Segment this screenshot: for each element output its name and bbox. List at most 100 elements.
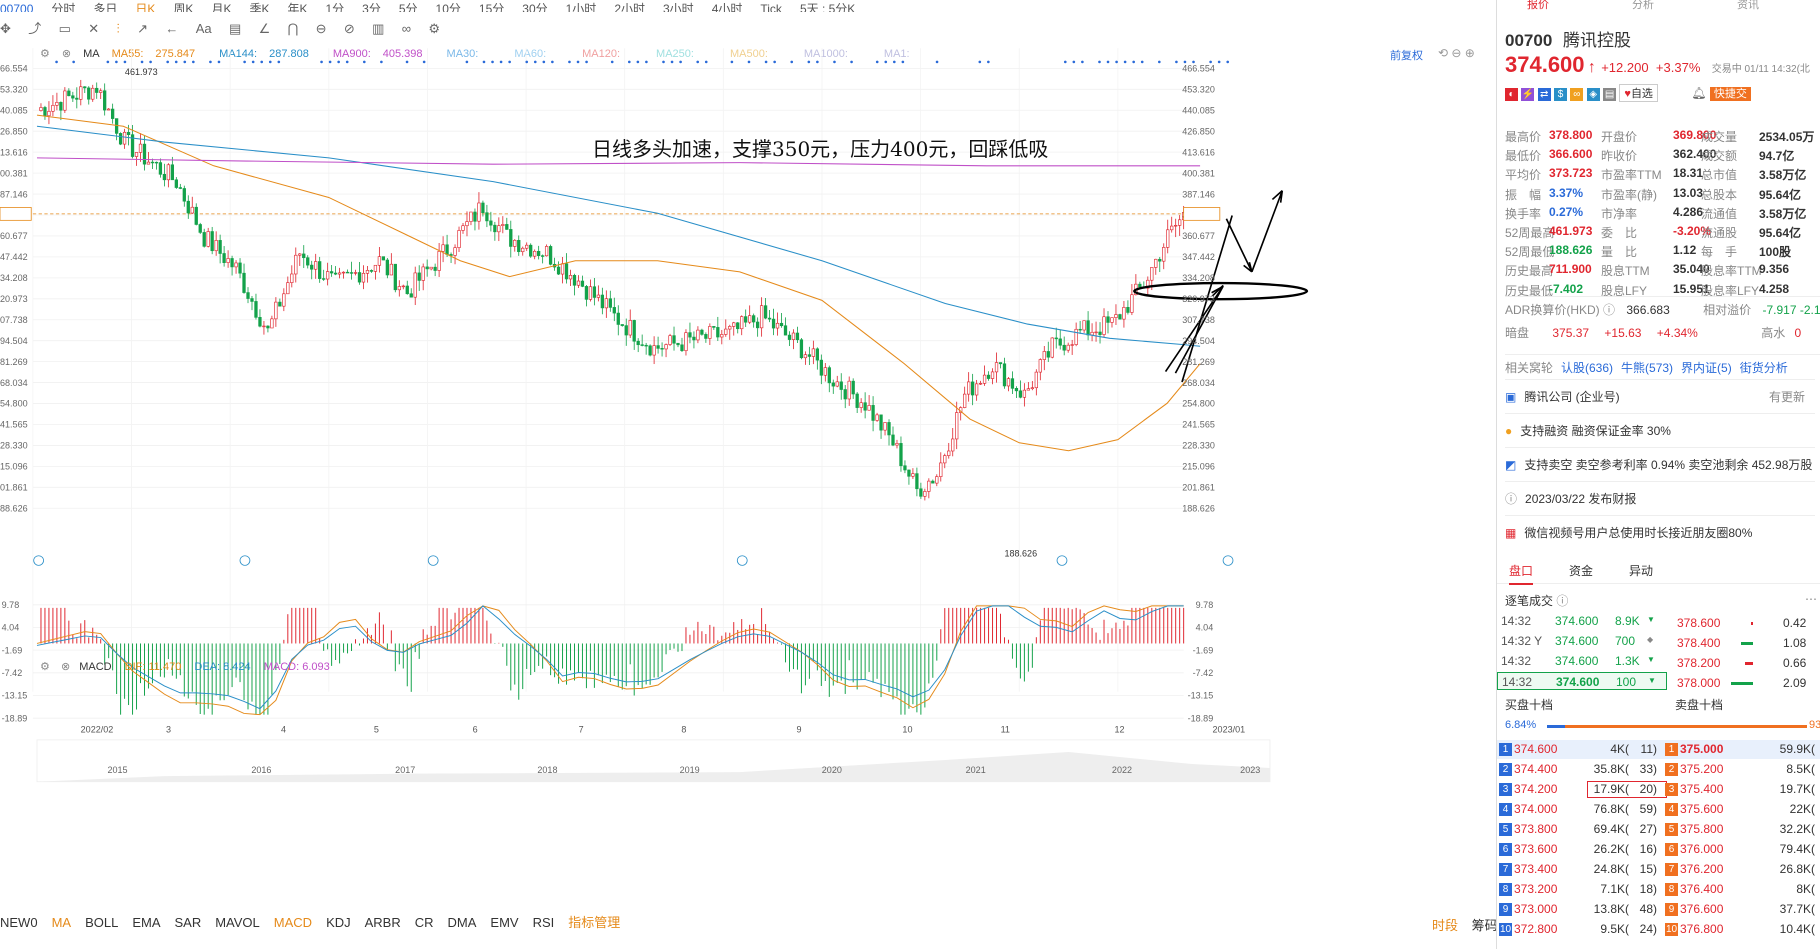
bid-price[interactable]: 373.000 (1514, 902, 1557, 916)
candle (298, 253, 302, 256)
indicator-ema[interactable]: EMA (132, 915, 160, 930)
bid-price[interactable]: 374.400 (1514, 762, 1557, 776)
event-marker[interactable] (427, 555, 439, 566)
ask-price[interactable]: 376.000 (1680, 842, 1723, 856)
info-icon[interactable]: ⓘ (1603, 303, 1615, 317)
dollar-icon[interactable]: $ (1554, 88, 1568, 101)
left-price-tick: 66.554 (0, 64, 28, 74)
candle (672, 335, 676, 344)
candle (1026, 388, 1031, 391)
indicator-new0[interactable]: NEW0 (0, 915, 38, 930)
quick-trade-button[interactable]: 快捷交 (1709, 87, 1751, 101)
tick-price: 374.600 (1555, 634, 1599, 648)
related-3[interactable]: 界内证(5) (1681, 361, 1732, 375)
macd-close-icon[interactable]: ⊗ (61, 661, 70, 673)
ask-price[interactable]: 375.600 (1680, 802, 1723, 816)
candle (604, 298, 608, 309)
bid-price[interactable]: 373.400 (1514, 862, 1557, 876)
bid-price[interactable]: 373.600 (1514, 842, 1557, 856)
bid-price[interactable]: 372.800 (1514, 922, 1557, 936)
event-marker[interactable] (736, 555, 748, 566)
ask-price[interactable]: 376.200 (1680, 862, 1723, 876)
info-text: 腾讯公司 (企业号) (1524, 390, 1620, 404)
info-row-0[interactable]: ▣ 腾讯公司 (企业号) 有更新 (1505, 379, 1815, 409)
event-marker[interactable] (239, 555, 251, 566)
bid-price[interactable]: 374.000 (1514, 802, 1557, 816)
ask-price[interactable]: 375.800 (1680, 822, 1723, 836)
tab-news[interactable]: 资讯 (1737, 0, 1759, 12)
candle (815, 348, 819, 361)
pan-tab-2[interactable]: 异动 (1629, 562, 1653, 579)
candle (282, 293, 286, 307)
indicator-macd[interactable]: MACD (274, 915, 312, 930)
candle (95, 87, 99, 93)
tab-chips[interactable]: 筹码 (1472, 918, 1498, 933)
related-2[interactable]: 牛熊(573) (1621, 361, 1673, 375)
indicator-rsi[interactable]: RSI (533, 915, 555, 930)
ask-price[interactable]: 375.200 (1680, 762, 1723, 776)
link-chain-icon[interactable]: ∞ (1570, 88, 1584, 101)
indicator-cr[interactable]: CR (415, 915, 434, 930)
ask-price[interactable]: 376.800 (1680, 922, 1723, 936)
tick-vol: 100 (1616, 675, 1637, 689)
info-row-1[interactable]: ● 支持融资 融资保证金率 30% (1505, 413, 1815, 443)
info-row-2[interactable]: ◩ 支持卖空 卖空参考利率 0.94% 卖空池剩余 452.98万股 (1505, 447, 1815, 477)
ticks-info-icon[interactable]: ⓘ (1556, 594, 1568, 608)
chart-area[interactable]: 00700 分时 多日 日K 周K 月K 季K 年K 1分 3分 5分 10分 15分 30分 1小时 2小时… (0, 0, 1498, 949)
candle (668, 335, 672, 345)
stat-value: 378.800 (1549, 128, 1593, 142)
related-1[interactable]: 认股(636) (1561, 361, 1613, 375)
candle (967, 381, 971, 395)
indicator-arbr[interactable]: ARBR (365, 915, 401, 930)
doc-icon[interactable]: ▤ (1603, 88, 1617, 101)
related-4[interactable]: 街货分析 (1740, 361, 1788, 375)
indicator-emv[interactable]: EMV (490, 915, 518, 930)
indicator-sar[interactable]: SAR (174, 915, 201, 930)
signal-dot (115, 60, 118, 64)
candle (708, 326, 712, 339)
pan-tab-0[interactable]: 盘口 (1509, 562, 1534, 585)
indicator-kdj[interactable]: KDJ (326, 915, 351, 930)
bid-price[interactable]: 373.800 (1514, 822, 1557, 836)
candle (931, 480, 935, 484)
event-marker[interactable] (33, 555, 44, 566)
watchlist-button[interactable]: ♥自选 (1619, 84, 1658, 102)
candle (700, 329, 704, 335)
bid-price[interactable]: 374.600 (1514, 742, 1557, 756)
bell-icon[interactable]: 🔔︎ (1691, 86, 1706, 100)
bid-level: 1 (1499, 743, 1512, 756)
candle (250, 298, 254, 302)
tab-analysis[interactable]: 分析 (1632, 0, 1654, 12)
hk-icon[interactable]: ◐ (1505, 88, 1518, 101)
ask-price[interactable]: 375.000 (1680, 742, 1723, 756)
bid-price[interactable]: 373.200 (1514, 882, 1557, 896)
ask-price[interactable]: 375.400 (1680, 782, 1723, 796)
tab-timeslot[interactable]: 时段 (1432, 918, 1458, 933)
tab-quote[interactable]: 报价 (1527, 0, 1549, 12)
indicator-指标管理[interactable]: 指标管理 (568, 912, 620, 931)
indicator-ma[interactable]: MA (52, 915, 72, 930)
event-marker[interactable] (1056, 555, 1068, 566)
info-row-3[interactable]: ⓘ 2023/03/22 发布财报 (1505, 481, 1815, 511)
more-icon[interactable]: ⋯ (1805, 592, 1817, 606)
pan-tab-1[interactable]: 资金 (1569, 562, 1593, 579)
info-row-4[interactable]: ▦ 微信视频号用户总使用时长接近朋友圈80% (1505, 515, 1815, 545)
candle (640, 344, 644, 346)
flash-icon[interactable]: ⚡ (1521, 88, 1535, 101)
book-row: 1 374.600 4K(11) 1 375.000 59.9K( (1497, 740, 1820, 759)
premarket-row: 暗盘 375.37 +15.63 +4.34% 高水 0 (1505, 324, 1820, 341)
candle (433, 266, 437, 271)
tag-icon[interactable]: ◈ (1586, 88, 1600, 101)
indicator-mavol[interactable]: MAVOL (215, 915, 260, 930)
indicator-boll[interactable]: BOLL (85, 915, 118, 930)
event-marker[interactable] (1222, 555, 1234, 566)
bid-price[interactable]: 374.200 (1514, 782, 1557, 796)
swap-icon[interactable]: ⇄ (1537, 88, 1551, 101)
ask-price[interactable]: 376.400 (1680, 882, 1723, 896)
indicator-dma[interactable]: DMA (448, 915, 477, 930)
macd-gear-icon[interactable]: ⚙ (40, 661, 50, 673)
candle (787, 334, 792, 340)
candle (294, 254, 298, 275)
ask-price[interactable]: 376.600 (1680, 902, 1723, 916)
stat-value: 366.600 (1549, 147, 1593, 162)
